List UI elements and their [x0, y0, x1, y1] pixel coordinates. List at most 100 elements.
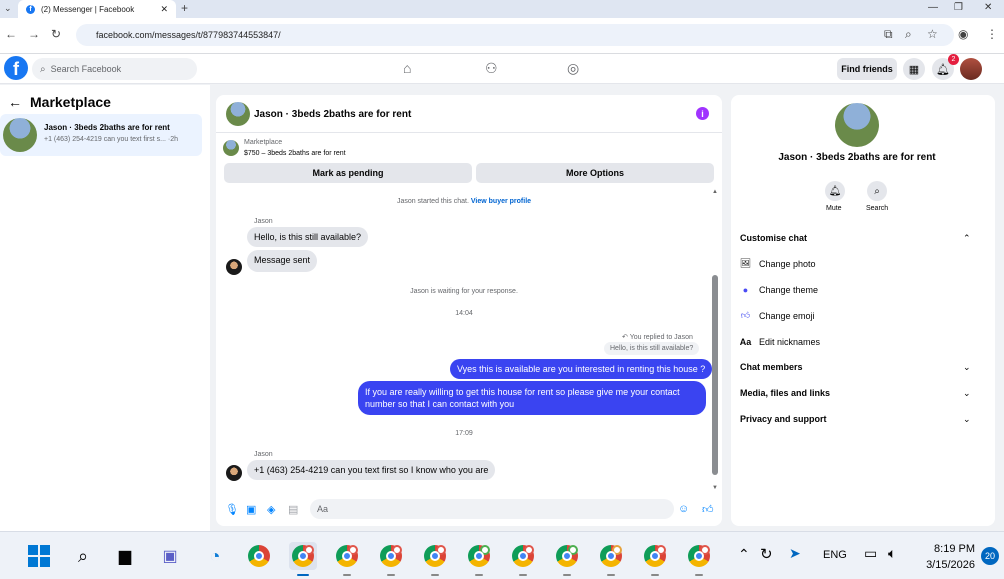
details-search-icon[interactable]: ⌕	[867, 181, 887, 201]
conversation-snippet: +1 (463) 254-4219 can you text first s..…	[44, 136, 179, 143]
info-icon[interactable]: i	[696, 107, 709, 120]
restore-icon[interactable]: ❐	[954, 2, 963, 13]
groups-icon[interactable]: ◎	[567, 60, 579, 77]
change-photo-option[interactable]: 🖼︎ Change photo	[740, 258, 816, 269]
teams-icon[interactable]: ▣	[156, 542, 184, 570]
chrome-profile-icon[interactable]	[289, 542, 317, 576]
back-arrow-icon[interactable]: ←	[8, 94, 22, 110]
change-emoji-option[interactable]: 👍︎ Change emoji	[740, 310, 815, 321]
reply-indicator: ↶ You replied to Jason	[622, 333, 693, 341]
chat-scrollbar[interactable]: ▲ ▼	[712, 189, 718, 491]
edge-icon[interactable]: ◔	[201, 542, 229, 570]
bookmark-star-icon[interactable]: ☆	[927, 27, 938, 41]
search-taskbar-icon[interactable]: ⌕	[69, 542, 97, 570]
chrome-profile-icon[interactable]	[421, 542, 449, 576]
chrome-profile-icon[interactable]	[641, 542, 669, 576]
install-icon[interactable]: ⧉	[884, 27, 893, 42]
incoming-message[interactable]: Message sent	[247, 250, 318, 272]
chat-title[interactable]: Jason · 3beds 2baths are for rent	[254, 109, 411, 120]
image-icon[interactable]: ▣	[246, 503, 256, 516]
sticker-icon[interactable]: ◈	[267, 503, 275, 516]
account-avatar[interactable]	[960, 58, 982, 80]
chat-thumbnail[interactable]	[226, 102, 250, 126]
sync-icon[interactable]: ↻	[760, 545, 773, 563]
thumbs-up-icon[interactable]: 👍︎	[702, 503, 714, 516]
chrome-profile-icon[interactable]	[465, 542, 493, 576]
chat-panel: Jason · 3beds 2baths are for rent i Mark…	[216, 95, 722, 526]
chevron-down-icon[interactable]: ⌄	[963, 414, 971, 425]
incoming-message[interactable]: Hello, is this still available?	[247, 227, 369, 247]
chevron-up-icon[interactable]: ⌃	[963, 233, 971, 244]
listing-price[interactable]: $750 – 3beds 2baths are for rent	[244, 150, 346, 157]
mark-pending-button[interactable]: Mark as pending	[224, 163, 472, 183]
menu-grid-icon[interactable]: ▦	[903, 58, 925, 80]
message-input[interactable]: Aa	[310, 499, 674, 519]
change-theme-option[interactable]: ● Change theme	[740, 284, 818, 295]
outgoing-message[interactable]: If you are really willing to get this ho…	[358, 381, 706, 415]
browser-tab[interactable]: f (2) Messenger | Facebook ✕	[18, 0, 176, 18]
incoming-message[interactable]: +1 (463) 254-4219 can you text first so …	[247, 460, 496, 480]
window-close-icon[interactable]: ✕	[984, 2, 992, 13]
outgoing-message[interactable]: Vyes this is available are you intereste…	[450, 359, 713, 379]
facebook-logo-icon[interactable]: f	[4, 56, 28, 80]
mute-bell-icon[interactable]: 🔔︎	[825, 181, 845, 201]
chrome-icon[interactable]	[245, 542, 273, 570]
change-emoji-label: Change emoji	[759, 310, 815, 321]
contact-avatar	[226, 465, 242, 481]
customise-chat-section[interactable]: Customise chat	[740, 233, 807, 243]
emoji-icon[interactable]: ☺	[678, 503, 689, 515]
listing-large-thumbnail[interactable]	[835, 103, 879, 147]
chat-members-section[interactable]: Chat members	[740, 362, 803, 372]
scroll-up-icon[interactable]: ▲	[712, 189, 718, 195]
start-windows-icon[interactable]	[25, 542, 53, 570]
media-section[interactable]: Media, files and links	[740, 388, 830, 398]
search-input[interactable]: ⌕ Search Facebook	[32, 58, 197, 80]
find-friends-button[interactable]: Find friends	[837, 58, 897, 80]
more-options-button[interactable]: More Options	[476, 163, 714, 183]
conversation-item[interactable]: Jason · 3beds 2baths are for rent +1 (46…	[0, 114, 202, 156]
tray-expand-icon[interactable]: ⌃	[738, 546, 750, 563]
chevron-down-icon[interactable]: ⌄	[963, 362, 971, 373]
chrome-profile-icon[interactable]	[597, 542, 625, 576]
chrome-profile-icon[interactable]	[685, 542, 713, 576]
chrome-profile-icon[interactable]	[509, 542, 537, 576]
clock[interactable]: 8:19 PM 3/15/2026	[915, 541, 975, 573]
chevron-down-icon[interactable]: ⌄	[963, 388, 971, 399]
new-tab-icon[interactable]: +	[181, 1, 188, 15]
location-icon[interactable]: ➤	[789, 545, 801, 562]
quoted-message[interactable]: Hello, is this still available?	[604, 342, 700, 355]
facebook-favicon-icon: f	[26, 4, 35, 14]
microphone-icon[interactable]: 🎙︎	[225, 503, 239, 516]
privacy-section[interactable]: Privacy and support	[740, 414, 827, 424]
chrome-profile-icon[interactable]	[333, 542, 361, 576]
volume-icon[interactable]: 🔈︎	[888, 545, 896, 562]
notification-badge: 2	[948, 54, 959, 65]
language-indicator[interactable]: ENG	[823, 549, 847, 561]
reload-icon[interactable]: ↻	[51, 27, 61, 41]
message-input-placeholder: Aa	[317, 504, 329, 514]
view-buyer-profile-link[interactable]: View buyer profile	[471, 198, 531, 205]
home-icon[interactable]: ⌂	[403, 60, 411, 76]
scrollbar-thumb[interactable]	[712, 275, 718, 475]
back-icon[interactable]: ←	[5, 27, 17, 41]
marketplace-title: Marketplace	[30, 94, 111, 110]
contact-avatar	[226, 259, 242, 275]
tab-search-icon[interactable]: ⌄	[4, 3, 12, 14]
gif-icon[interactable]: ▤	[288, 503, 298, 516]
network-icon[interactable]: ▭	[864, 545, 877, 562]
forward-icon[interactable]: →	[28, 27, 40, 41]
notification-center-badge[interactable]: 20	[981, 547, 999, 565]
chrome-profile-icon[interactable]	[377, 542, 405, 576]
chrome-profile-icon[interactable]	[553, 542, 581, 576]
address-bar[interactable]: facebook.com/messages/t/877983744553847/	[76, 24, 954, 46]
profile-icon[interactable]: ◉	[958, 27, 968, 41]
waiting-notice: Jason is waiting for your response.	[410, 288, 518, 295]
friends-icon[interactable]: ⚇	[485, 60, 498, 77]
zoom-icon[interactable]: ⌕	[905, 27, 912, 42]
menu-dots-icon[interactable]: ⋮	[986, 27, 998, 41]
task-view-icon[interactable]: ▆	[111, 542, 139, 570]
tab-close-icon[interactable]: ✕	[160, 4, 168, 15]
edit-nicknames-option[interactable]: Aa Edit nicknames	[740, 336, 820, 347]
minimize-icon[interactable]: —	[928, 2, 938, 13]
scroll-down-icon[interactable]: ▼	[712, 485, 718, 491]
